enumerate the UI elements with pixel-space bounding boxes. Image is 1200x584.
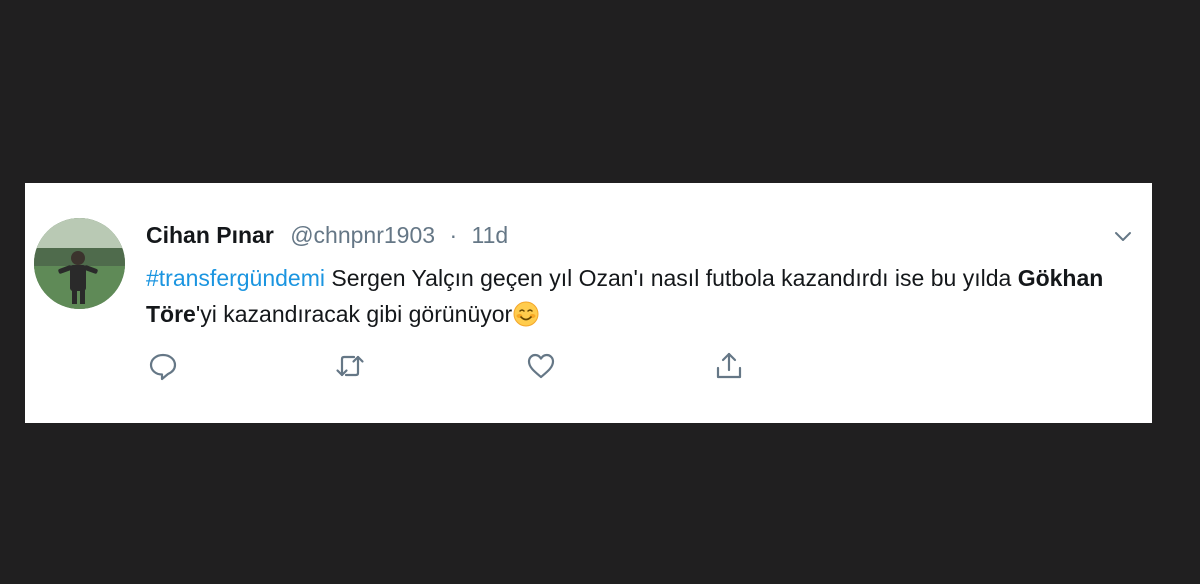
avatar-image bbox=[34, 218, 125, 309]
tweet-text-part1: Sergen Yalçın geçen yıl Ozan'ı nasıl fut… bbox=[325, 265, 1018, 291]
tweet-header: Cihan Pınar @chnpnr1903 · 11d bbox=[146, 220, 508, 250]
reply-icon[interactable] bbox=[147, 350, 179, 382]
tweet-card[interactable]: Cihan Pınar @chnpnr1903 · 11d #transferg… bbox=[25, 183, 1152, 423]
tweet-text-part2: 'yi kazandıracak gibi görünüyor bbox=[195, 301, 513, 327]
chevron-down-icon[interactable] bbox=[1112, 225, 1134, 247]
heart-icon[interactable] bbox=[525, 350, 557, 382]
hashtag-link[interactable]: #transfergündemi bbox=[146, 265, 325, 291]
avatar[interactable] bbox=[34, 218, 125, 309]
display-name[interactable]: Cihan Pınar bbox=[146, 222, 274, 248]
retweet-icon[interactable] bbox=[334, 350, 366, 382]
tweet-time[interactable]: 11d bbox=[472, 222, 509, 248]
share-icon[interactable] bbox=[713, 350, 745, 382]
user-handle[interactable]: @chnpnr1903 bbox=[290, 222, 435, 248]
smiling-face-emoji-icon bbox=[513, 301, 539, 327]
separator: · bbox=[449, 222, 458, 248]
tweet-text: #transfergündemi Sergen Yalçın geçen yıl… bbox=[146, 260, 1126, 332]
